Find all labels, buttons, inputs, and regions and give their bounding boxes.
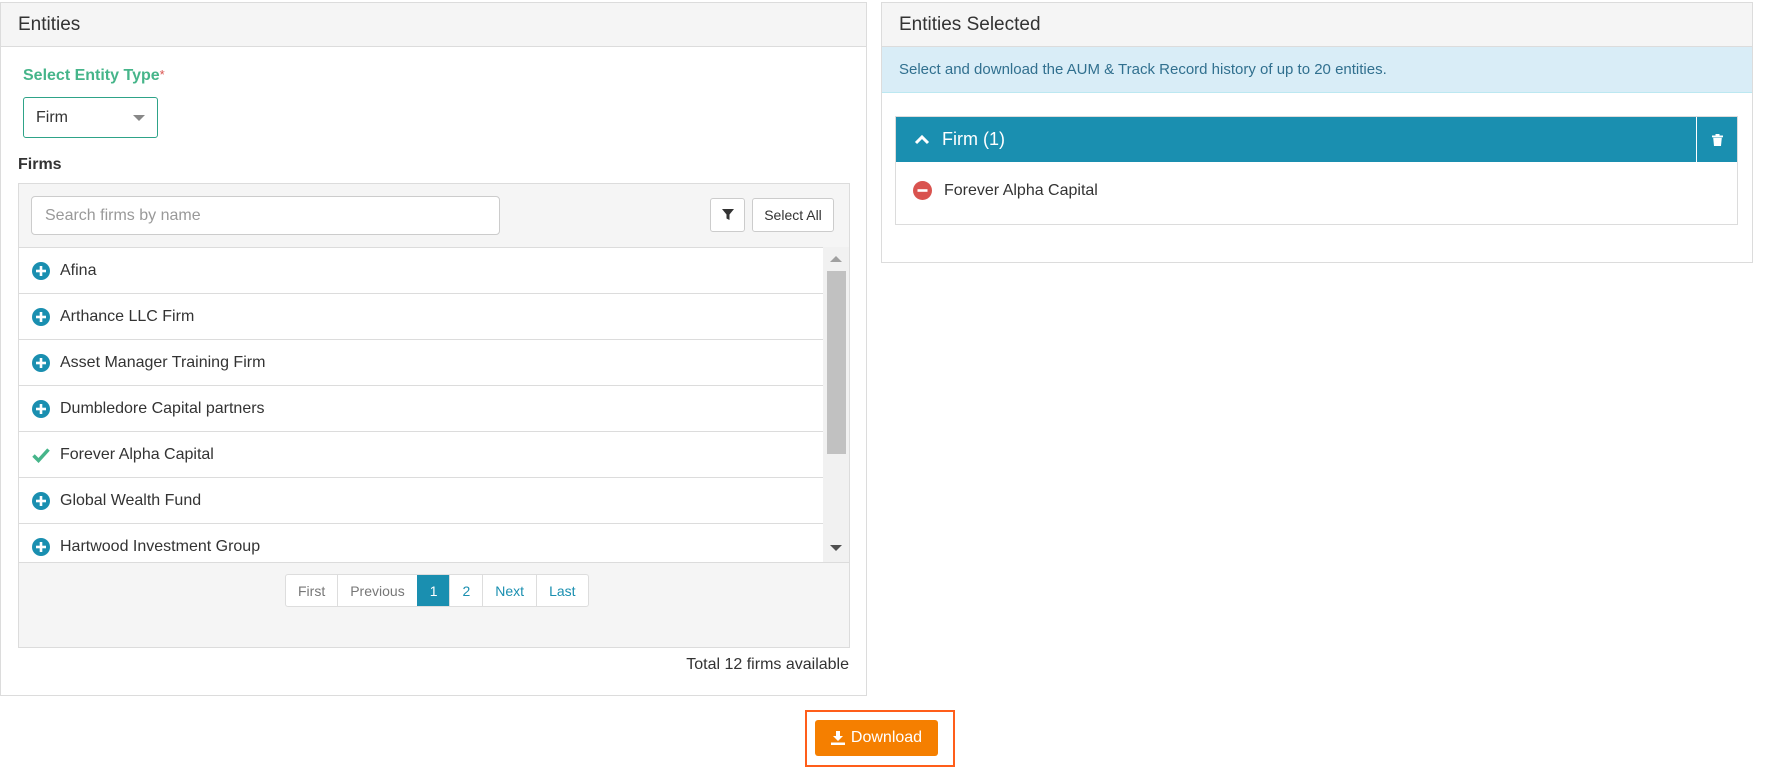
remove-circle-icon[interactable] [913,181,932,200]
firms-list-container: Search firms by name Select All Afina Art… [18,183,850,648]
selected-item: Forever Alpha Capital [896,162,1737,219]
selected-group-firm: Firm (1) Forever Alpha Capital [895,116,1738,225]
plus-circle-icon[interactable] [31,261,51,281]
info-alert: Select and download the AUM & Track Reco… [882,47,1752,93]
selected-item-name: Forever Alpha Capital [944,181,1098,199]
chevron-up-icon [914,134,930,144]
filter-icon [721,209,734,220]
entity-type-label: Select Entity Type* [23,67,165,85]
page-1[interactable]: 1 [416,575,450,606]
firm-list-item[interactable]: Asset Manager Training Firm [19,340,823,386]
entity-type-value: Firm [36,108,68,126]
firm-name: Forever Alpha Capital [60,445,214,463]
firm-list-item[interactable]: Arthance LLC Firm [19,294,823,340]
required-marker: * [159,67,165,82]
firm-list-item[interactable]: Forever Alpha Capital [19,432,823,478]
trash-icon [1711,133,1723,146]
group-title-text: Firm (1) [942,129,1005,149]
plus-circle-icon[interactable] [31,491,51,511]
page-previous[interactable]: Previous [337,575,416,606]
firm-list-item[interactable]: Global Wealth Fund [19,478,823,524]
download-label: Download [850,729,923,746]
firm-name: Global Wealth Fund [60,491,202,509]
plus-circle-icon[interactable] [31,353,51,373]
delete-group-button[interactable] [1696,117,1737,162]
plus-circle-icon[interactable] [31,399,51,419]
plus-circle-icon[interactable] [31,537,51,557]
dropdown-caret-icon [133,115,145,121]
group-title[interactable]: Firm (1) [896,129,1005,150]
group-header[interactable]: Firm (1) [896,117,1737,162]
firm-list-item[interactable]: Afina [19,248,823,294]
pagination-area: First Previous 1 2 Next Last [19,562,849,647]
page-next[interactable]: Next [482,575,536,606]
scroll-down-icon[interactable] [830,545,842,551]
select-all-button[interactable]: Select All [752,198,834,232]
firms-label: Firms [18,156,62,173]
pagination: First Previous 1 2 Next Last [285,574,589,607]
plus-circle-icon[interactable] [31,307,51,327]
entities-selected-title: Entities Selected [882,3,1752,47]
firm-name: Asset Manager Training Firm [60,353,266,371]
list-scrollbar[interactable] [823,247,849,562]
scroll-up-icon[interactable] [830,256,842,262]
entity-type-label-text: Select Entity Type [23,67,160,84]
filter-button[interactable] [710,198,745,232]
firm-list-item[interactable]: Hartwood Investment Group [19,524,823,562]
page-2[interactable]: 2 [449,575,482,606]
firm-name: Arthance LLC Firm [60,307,195,325]
scroll-thumb[interactable] [827,271,846,454]
page-first[interactable]: First [286,575,337,606]
firm-name: Afina [60,261,97,279]
entity-type-select[interactable]: Firm [23,97,158,138]
total-firms-text: Total 12 firms available [686,656,849,673]
entities-panel: Entities Select Entity Type* Firm Firms … [0,2,867,696]
download-button[interactable]: Download [815,720,938,756]
firm-name: Hartwood Investment Group [60,537,261,555]
search-firms-input[interactable]: Search firms by name [31,196,500,235]
entities-selected-panel: Entities Selected Select and download th… [881,2,1753,263]
entities-panel-title: Entities [1,3,866,47]
firm-name: Dumbledore Capital partners [60,399,265,417]
download-icon [830,731,845,745]
page-last[interactable]: Last [536,575,587,606]
firm-list-item[interactable]: Dumbledore Capital partners [19,386,823,432]
check-icon[interactable] [31,445,51,465]
firms-list: Afina Arthance LLC Firm Asset Manager Trai… [19,247,823,562]
selected-items-list: Forever Alpha Capital [896,162,1737,219]
